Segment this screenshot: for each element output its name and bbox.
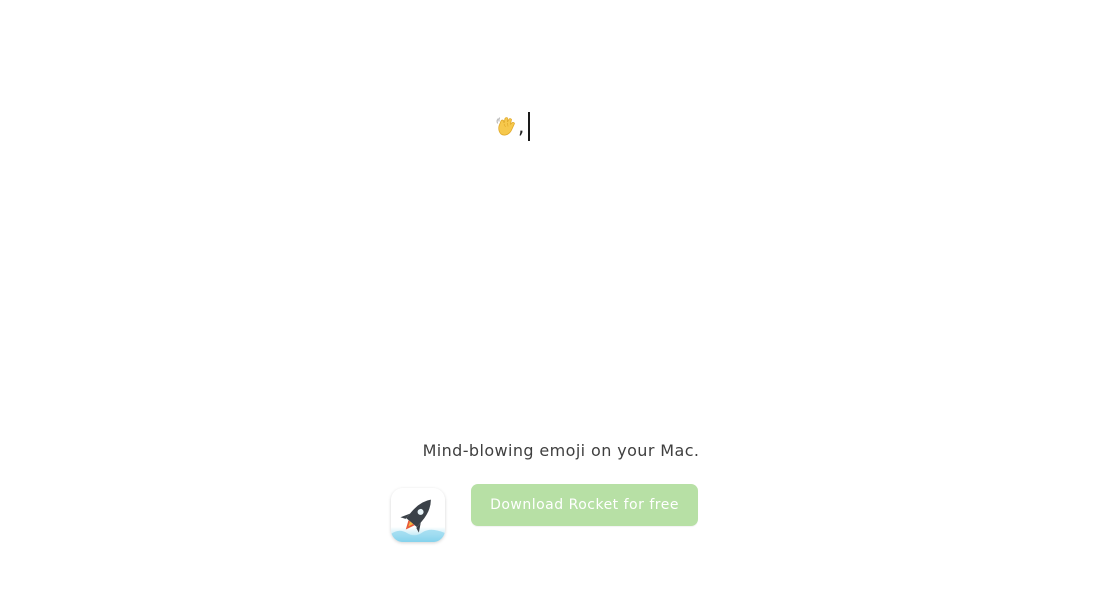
waving-hand-icon xyxy=(495,115,517,137)
typing-demo: , xyxy=(495,110,530,142)
rocket-app-icon xyxy=(391,488,445,542)
download-button[interactable]: Download Rocket for free xyxy=(471,484,698,526)
text-cursor xyxy=(528,111,530,141)
landing-page: , Mind-blowing emoji on your Mac. Downlo… xyxy=(0,0,1109,600)
tagline: Mind-blowing emoji on your Mac. xyxy=(422,441,700,460)
typed-text: , xyxy=(518,114,525,138)
